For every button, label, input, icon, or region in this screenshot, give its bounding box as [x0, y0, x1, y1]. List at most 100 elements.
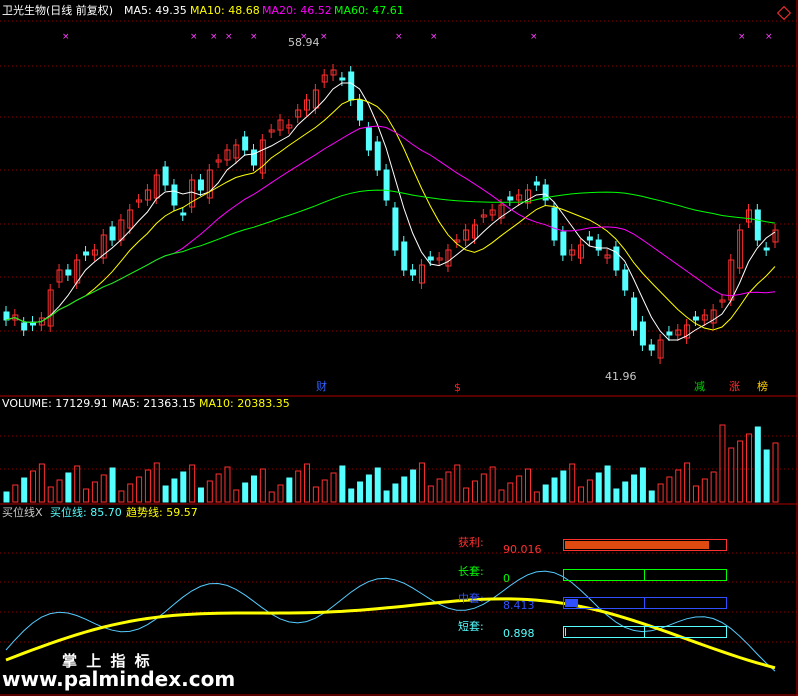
candle-body [586, 236, 593, 241]
candle-body [171, 184, 178, 206]
volume-bar [197, 487, 204, 503]
candle-body [507, 196, 514, 201]
volume-bar [250, 475, 257, 503]
candle-body [648, 344, 655, 351]
volume-bar [321, 479, 328, 503]
volume-bar [507, 482, 514, 503]
volume-bar [30, 470, 37, 503]
volume-bar [666, 476, 673, 503]
buy-line-readout: 买位线: 85.70 [50, 506, 122, 519]
volume-bar [286, 477, 293, 503]
security-title[interactable]: 卫光生物(日线 前复权) [2, 4, 113, 18]
volume-bar [737, 440, 744, 503]
volume-bar [551, 477, 558, 503]
event-mark-dividend[interactable]: $ [454, 382, 461, 394]
volume-bar [719, 424, 726, 503]
candle-body [3, 311, 10, 321]
volume-bar [622, 481, 629, 503]
volume-bar [242, 482, 249, 503]
volume-bar [586, 479, 593, 503]
volume-bar [215, 473, 222, 503]
moving-average-lines [5, 82, 776, 341]
period-high-label: 58.94 [288, 36, 320, 49]
volume-bar [454, 464, 461, 503]
candle-body [250, 149, 257, 166]
ma60-readout: MA60: 47.61 [334, 4, 404, 17]
event-mark-limit-up[interactable]: 涨 [729, 381, 740, 393]
volume-bar [498, 489, 505, 503]
volume-bar [100, 474, 107, 503]
volume-bar [578, 486, 585, 503]
volume-bar [357, 481, 364, 503]
ma5-line [5, 82, 776, 341]
short-trap-label: 短套: [458, 620, 484, 633]
event-mark-reduce[interactable]: 减 [694, 381, 705, 393]
candle-body [21, 322, 28, 331]
long-trap-value: 0 [503, 572, 510, 585]
volume-bar [348, 488, 355, 503]
volume-bar [710, 471, 717, 503]
candle-body [348, 71, 355, 101]
volume-bar [365, 474, 372, 503]
long-trap-label: 长套: [458, 565, 484, 578]
volume-bar [383, 490, 390, 503]
ma20-readout: MA20: 46.52 [262, 4, 332, 17]
volume-bar [295, 470, 302, 503]
volume-bar [162, 485, 169, 503]
candle-body [692, 316, 699, 321]
candle-body [631, 297, 638, 331]
volume-bar [304, 463, 311, 503]
short-trap-bar [563, 626, 727, 638]
candle-body [109, 226, 116, 241]
volume-bar [675, 469, 682, 503]
candle-body [560, 231, 567, 256]
candle-body [392, 207, 399, 251]
stock-chart-canvas[interactable]: × × × × × × × × × × × × [0, 0, 798, 696]
volume-bar [401, 476, 408, 503]
volume-bar [374, 467, 381, 503]
volume-bar [38, 463, 45, 503]
profit-value: 90.016 [503, 543, 542, 556]
profit-label: 获利: [458, 536, 484, 549]
volume-bar [65, 472, 72, 503]
signal-x-mark: × [225, 32, 233, 42]
signal-x-mark: × [210, 32, 218, 42]
volume-bar [233, 489, 240, 503]
volume-bar [410, 469, 417, 503]
volume-bar [330, 472, 337, 503]
candle-body [551, 207, 558, 241]
signal-x-mark: × [765, 32, 773, 42]
candle-body [427, 256, 434, 261]
signal-x-mark: × [738, 32, 746, 42]
signal-x-mark: × [430, 32, 438, 42]
volume-bar [657, 483, 664, 503]
volume-bar [745, 433, 752, 503]
signal-x-mark: × [62, 32, 70, 42]
volume-bar [480, 473, 487, 503]
volume-bar [91, 481, 98, 503]
indicator-name[interactable]: 买位线X [2, 506, 43, 520]
volume-bar [56, 479, 63, 503]
candle-body [374, 141, 381, 171]
event-mark-board[interactable]: 榜 [757, 381, 768, 393]
candle-body [383, 169, 390, 201]
event-mark-finance[interactable]: 财 [316, 381, 327, 393]
grid-lines [0, 0, 798, 696]
candle-body [357, 99, 364, 121]
signal-x-mark: × [250, 32, 258, 42]
volume-bar [109, 467, 116, 503]
candle-body [65, 269, 72, 276]
volume-bar [542, 484, 549, 503]
signal-x-mark: × [320, 32, 328, 42]
trend-line-readout: 趋势线: 59.57 [126, 506, 198, 519]
volume-bar [648, 490, 655, 503]
volume-bar [613, 488, 620, 503]
volume-bar [560, 470, 567, 503]
mid-trap-label: 中套: [458, 592, 484, 605]
profit-bar [563, 539, 727, 551]
volume-bar [427, 485, 434, 503]
candle-body [180, 212, 187, 216]
candle-body [763, 247, 770, 251]
chart-window[interactable]: × × × × × × × × × × × × 卫光生物(日线 前复权) MA5: 49.35 MA1… [0, 0, 798, 696]
ma5-readout: MA5: 49.35 [124, 4, 187, 17]
